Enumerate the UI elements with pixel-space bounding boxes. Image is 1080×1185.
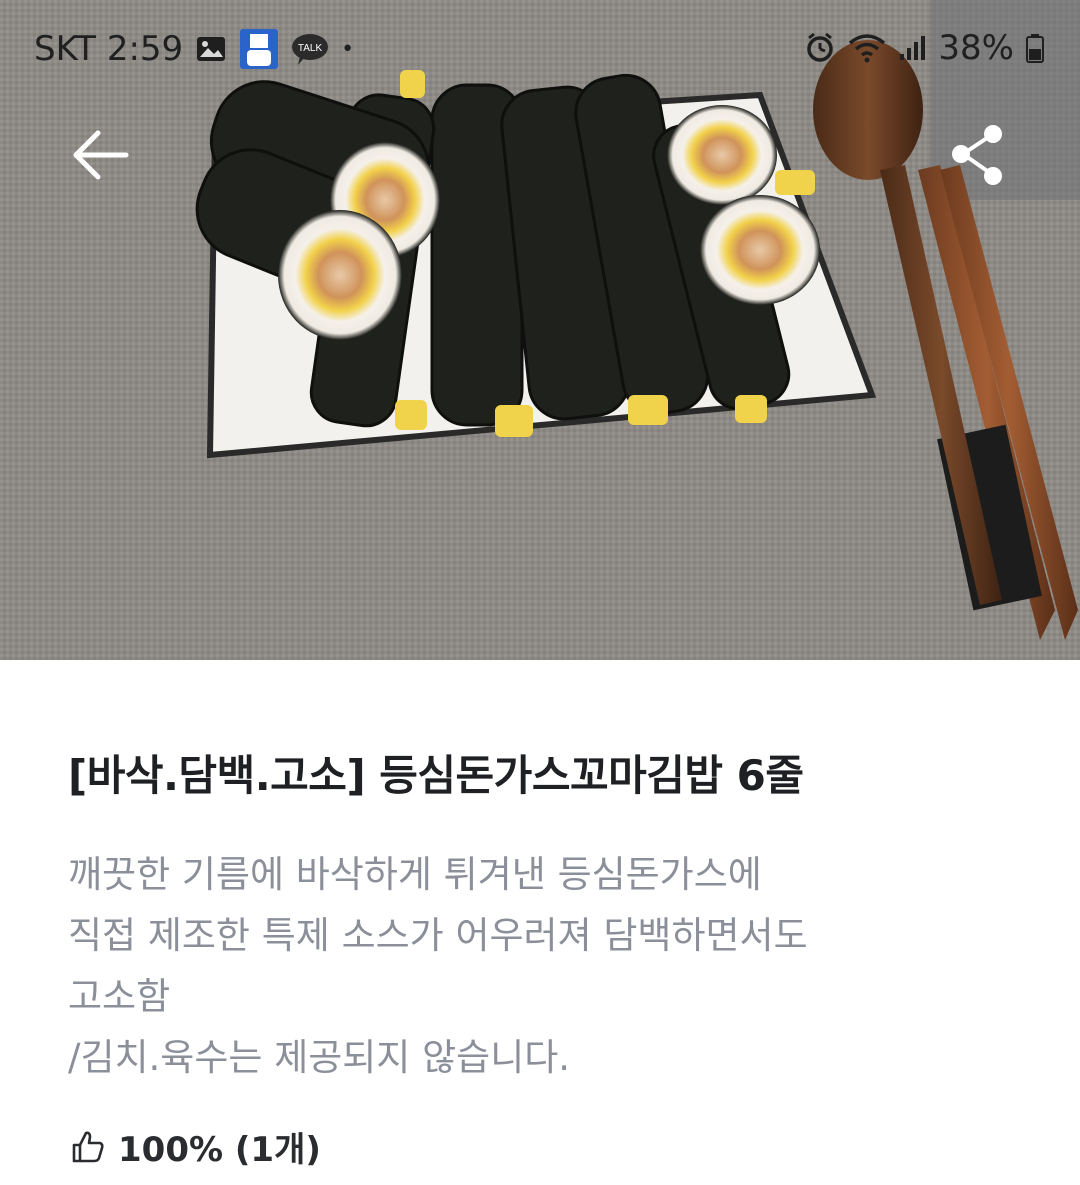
share-button[interactable] bbox=[945, 120, 1013, 190]
rating[interactable]: 100% (1개) bbox=[70, 1122, 321, 1171]
notification-dot: • bbox=[341, 36, 355, 62]
share-icon bbox=[952, 125, 1002, 185]
app-notification-icon bbox=[240, 29, 279, 69]
carrier-time: SKT 2:59 bbox=[34, 29, 184, 69]
thumbs-up-icon bbox=[72, 1131, 104, 1162]
svg-text:TALK: TALK bbox=[298, 43, 323, 54]
product-title: [바삭.담백.고소] 등심돈가스꼬마김밥 6줄 bbox=[68, 751, 804, 800]
status-bar: SKT 2:59 TALK • 38% bbox=[0, 0, 1080, 100]
description-line: 고소함 bbox=[68, 975, 171, 1018]
product-photo: SKT 2:59 TALK • 38% bbox=[0, 0, 1080, 660]
description-line: /김치.육수는 제공되지 않습니다. bbox=[68, 1036, 571, 1079]
gallery-icon bbox=[197, 37, 226, 61]
battery-icon bbox=[1026, 34, 1044, 63]
arrow-left-icon bbox=[73, 130, 129, 180]
description-line: 직접 제조한 특제 소스가 어우러져 담백하면서도 bbox=[68, 914, 808, 957]
battery-percent: 38% bbox=[938, 28, 1014, 68]
kakaotalk-icon: TALK bbox=[292, 34, 329, 65]
signal-icon bbox=[900, 36, 926, 60]
alarm-icon bbox=[807, 32, 834, 62]
product-description: 깨끗한 기름에 바삭하게 튀겨낸 등심돈가스에 직접 제조한 특제 소스가 어우… bbox=[68, 844, 1028, 1088]
description-line: 깨끗한 기름에 바삭하게 튀겨낸 등심돈가스에 bbox=[68, 853, 762, 896]
wifi-icon bbox=[849, 34, 886, 63]
product-info: [바삭.담백.고소] 등심돈가스꼬마김밥 6줄 깨끗한 기름에 바삭하게 튀겨낸… bbox=[0, 660, 1080, 1185]
back-button[interactable] bbox=[66, 125, 136, 185]
rating-text: 100% (1개) bbox=[118, 1130, 321, 1170]
